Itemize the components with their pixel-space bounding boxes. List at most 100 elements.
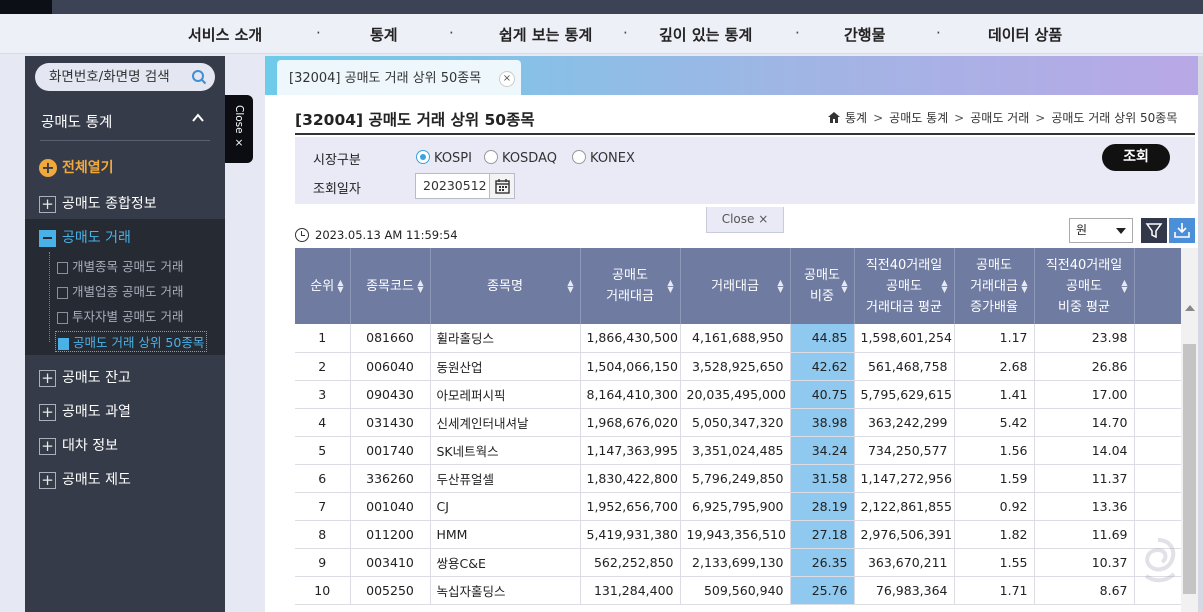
date-label: 조회일자	[313, 182, 361, 197]
short-increase-cell: 1.55	[954, 548, 1035, 577]
scroll-up-icon[interactable]	[1185, 305, 1195, 311]
sidebar: 화면번호/화면명 검색 공매도 통계 + 전체열기 + 공매도 종합정보 공매도 거…	[25, 56, 225, 612]
column-header-short-ratio[interactable]: 공매도 비중 ▲ ▼	[790, 248, 855, 324]
sidebar-item-short-overheating[interactable]: + 공매도 과열	[39, 401, 131, 421]
prev40-ratio-avg-cell: 8.67	[1034, 576, 1135, 605]
sort-icon[interactable]: ▲ ▼	[1121, 279, 1127, 294]
sidebar-close-tab[interactable]: Close ×	[225, 95, 253, 163]
submenu-item-top50[interactable]: 공매도 거래 상위 50종목	[55, 331, 208, 352]
column-header-trade-amount[interactable]: 거래대금 ▲ ▼	[680, 248, 791, 324]
table-row[interactable]: 2 006040 동원산업 1,504,066,150 3,528,925,650 42.…	[295, 352, 1181, 381]
column-header-name[interactable]: 종목명 ▲ ▼	[430, 248, 581, 324]
sort-icon[interactable]: ▲ ▼	[337, 279, 343, 294]
home-icon[interactable]	[828, 112, 840, 123]
radio-label: KOSPI	[434, 151, 472, 166]
nav-item-publications[interactable]: 간행물	[844, 24, 885, 45]
sort-icon[interactable]: ▲ ▼	[667, 279, 673, 294]
download-button[interactable]	[1169, 218, 1195, 243]
ratio-increase-cell: 2.44	[1134, 436, 1181, 465]
table-row[interactable]: 7 001040 CJ 1,952,656,700 6,925,795,900 28.19…	[295, 492, 1181, 521]
short-amount-cell: 1,504,066,150	[580, 352, 681, 381]
tab-bar: [32004] 공매도 거래 상위 50종목 ×	[265, 56, 1198, 95]
submenu-item-individual-stock[interactable]: 개별종목 공매도 거래	[57, 256, 183, 275]
chevron-up-icon[interactable]	[191, 111, 205, 125]
name-cell: 아모레퍼시픽	[430, 380, 581, 409]
breadcrumb-item[interactable]: 공매도 거래	[970, 111, 1029, 125]
chevron-down-icon	[1116, 228, 1126, 234]
table-row[interactable]: 8 011200 HMM 5,419,931,380 19,943,356,510 27.…	[295, 520, 1181, 549]
date-input[interactable]: 20230512	[415, 173, 490, 199]
scrollbar-thumb[interactable]	[1183, 344, 1196, 594]
nav-item-deep-statistics[interactable]: 깊이 있는 통계	[659, 24, 752, 45]
table-row[interactable]: 10 005250 녹십자홀딩스 131,284,400 509,560,940 25.7…	[295, 576, 1181, 605]
sidebar-item-label: 공매도 과열	[62, 404, 131, 420]
column-header-label: 공매도 거래대금 증가배율	[970, 257, 1018, 315]
rank-cell: 5	[295, 436, 351, 465]
short-ratio-cell: 42.62	[790, 352, 855, 381]
search-icon[interactable]	[191, 69, 207, 85]
radio-kospi[interactable]: KOSPI	[416, 150, 472, 166]
column-header-ratio-increase[interactable]: 공매도 비중 증가배율	[1134, 248, 1181, 324]
column-header-code[interactable]: 종목코드 ▲ ▼	[350, 248, 431, 324]
sort-icon[interactable]: ▲ ▼	[1021, 279, 1027, 294]
sort-icon[interactable]: ▲ ▼	[777, 279, 783, 294]
close-icon[interactable]: ×	[499, 71, 515, 87]
sidebar-item-lending-info[interactable]: + 대차 정보	[39, 435, 118, 455]
column-header-rank[interactable]: 순위 ▲ ▼	[295, 248, 351, 324]
column-header-prev40-ratio-avg[interactable]: 직전40거래일 공매도 비중 평균 ▲ ▼	[1034, 248, 1135, 324]
search-button[interactable]: 조회	[1102, 144, 1170, 171]
sidebar-item-short-balance[interactable]: + 공매도 잔고	[39, 367, 131, 387]
sort-icon[interactable]: ▲ ▼	[941, 279, 947, 294]
filter-button[interactable]	[1141, 218, 1167, 243]
table-row[interactable]: 3 090430 아모레퍼시픽 8,164,410,300 20,035,495,000…	[295, 380, 1181, 409]
column-header-short-increase[interactable]: 공매도 거래대금 증가배율 ▲ ▼	[954, 248, 1035, 324]
ratio-increase-cell: 2.11	[1134, 492, 1181, 521]
plus-box-icon: +	[39, 369, 56, 387]
timestamp-text: 2023.05.13 AM 11:59:54	[315, 228, 458, 242]
tab-top50[interactable]: [32004] 공매도 거래 상위 50종목 ×	[277, 60, 521, 95]
download-icon	[1174, 223, 1190, 238]
table-row[interactable]: 9 003410 쌍용C&E 562,252,850 2,133,699,130 26.3…	[295, 548, 1181, 577]
sort-icon[interactable]: ▲ ▼	[417, 279, 423, 294]
expand-all-label: 전체열기	[62, 160, 114, 176]
breadcrumb-item[interactable]: 통계	[845, 111, 867, 125]
sort-icon[interactable]: ▲ ▼	[567, 279, 573, 294]
vertical-scrollbar[interactable]	[1181, 248, 1198, 612]
prev40-short-avg-cell: 5,795,629,615	[854, 380, 955, 409]
submenu-item-individual-sector[interactable]: 개별업종 공매도 거래	[57, 281, 183, 300]
filter-close-button[interactable]: Close ×	[706, 207, 784, 233]
table-row[interactable]: 1 081660 휠라홀딩스 1,866,430,500 4,161,688,950 44…	[295, 324, 1181, 353]
radio-circle	[416, 150, 430, 164]
prev40-ratio-avg-cell: 14.70	[1034, 408, 1135, 437]
table-row[interactable]: 5 001740 SK네트웍스 1,147,363,995 3,351,024,485 3…	[295, 436, 1181, 465]
sidebar-divider	[40, 140, 210, 141]
screen-search-input[interactable]: 화면번호/화면명 검색	[35, 63, 215, 91]
breadcrumb-item[interactable]: 공매도 통계	[889, 111, 948, 125]
table-body: 1 081660 휠라홀딩스 1,866,430,500 4,161,688,950 44…	[295, 324, 1181, 605]
nav-item-data-products[interactable]: 데이터 상품	[988, 24, 1062, 45]
sidebar-item-short-system[interactable]: + 공매도 제도	[39, 469, 131, 489]
expand-all-button[interactable]: + 전체열기	[39, 157, 114, 177]
table-row[interactable]: 4 031430 신세계인터내셔날 1,968,676,020 5,050,347,32…	[295, 408, 1181, 437]
radio-konex[interactable]: KONEX	[572, 150, 635, 166]
calendar-button[interactable]	[490, 173, 515, 199]
nav-separator: ·	[936, 24, 941, 42]
sidebar-item-short-selling-overview[interactable]: + 공매도 종합정보	[39, 193, 157, 213]
breadcrumb-item[interactable]: 공매도 거래 상위 50종목	[1051, 111, 1177, 125]
sort-icon[interactable]: ▲ ▼	[841, 279, 847, 294]
nav-item-statistics[interactable]: 통계	[370, 24, 398, 45]
short-increase-cell: 1.59	[954, 464, 1035, 493]
nav-item-easy-statistics[interactable]: 쉽게 보는 통계	[499, 24, 592, 45]
column-header-short-amount[interactable]: 공매도 거래대금 ▲ ▼	[580, 248, 681, 324]
nav-item-service-intro[interactable]: 서비스 소개	[188, 24, 262, 45]
table-row[interactable]: 6 336260 두산퓨얼셀 1,830,422,800 5,796,249,850 31…	[295, 464, 1181, 493]
column-header-prev40-short-avg[interactable]: 직전40거래일 공매도 거래대금 평균 ▲ ▼	[854, 248, 955, 324]
radio-kosdaq[interactable]: KOSDAQ	[484, 150, 557, 166]
short-ratio-cell: 38.98	[790, 408, 855, 437]
sidebar-item-short-selling-trade[interactable]: 공매도 거래	[39, 227, 131, 247]
unit-select[interactable]: 원	[1069, 218, 1133, 243]
submenu-item-by-investor[interactable]: 투자자별 공매도 거래	[57, 306, 183, 325]
short-increase-cell: 0.92	[954, 492, 1035, 521]
prev40-ratio-avg-cell: 13.36	[1034, 492, 1135, 521]
name-cell: 두산퓨얼셀	[430, 464, 581, 493]
